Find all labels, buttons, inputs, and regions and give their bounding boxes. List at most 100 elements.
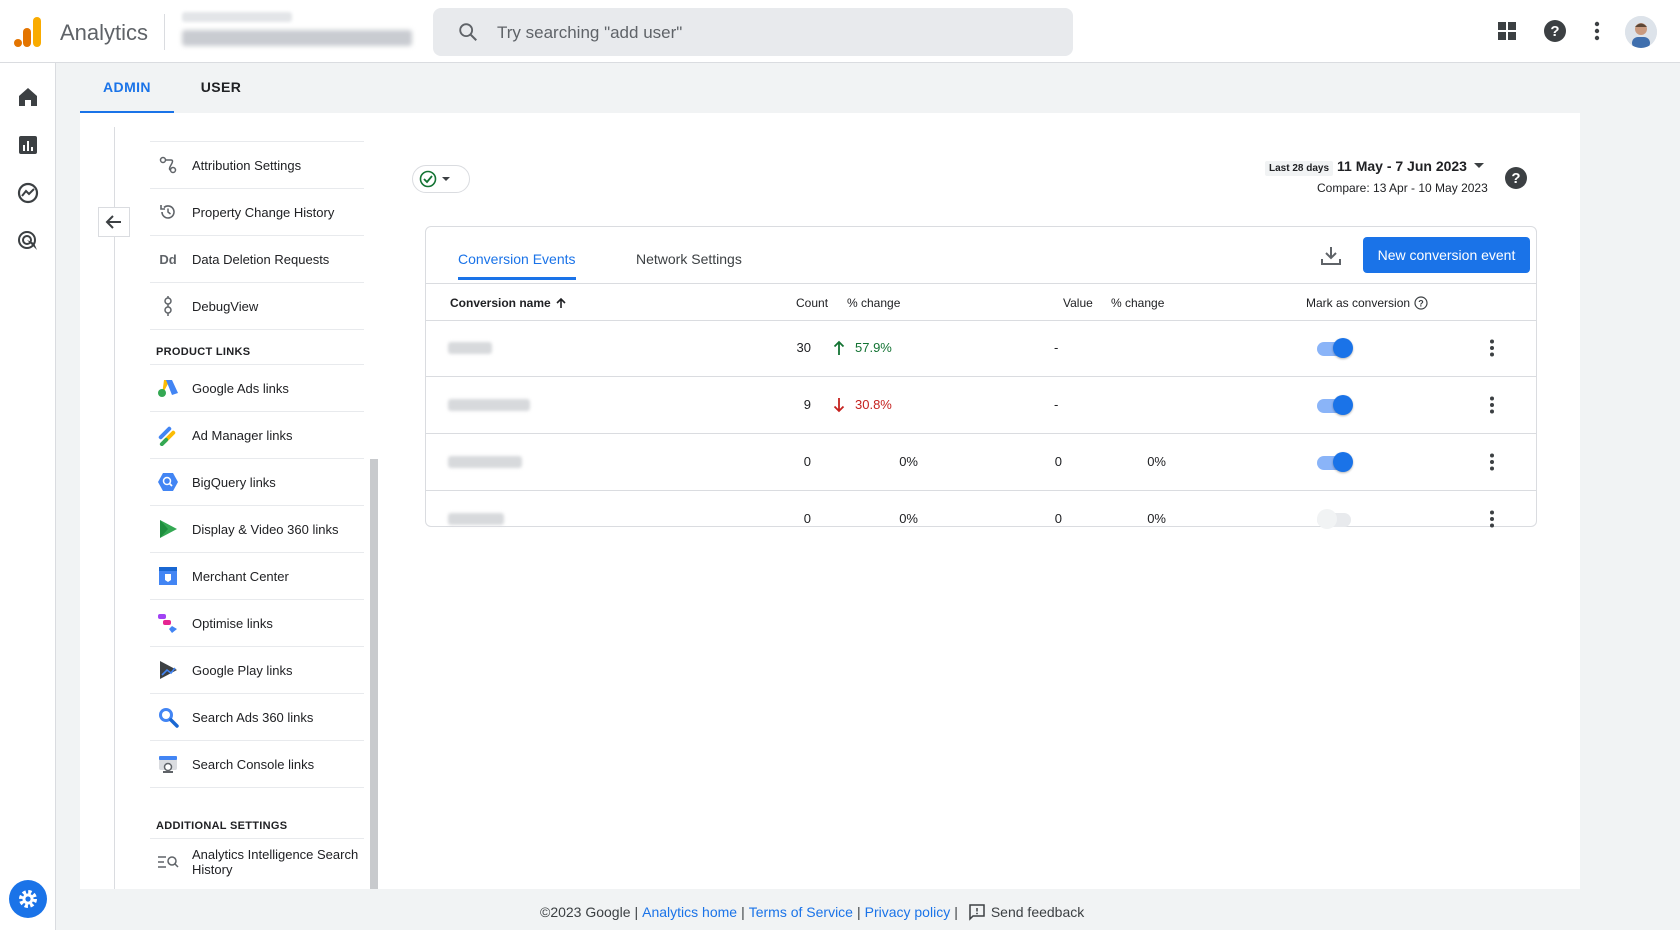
property-status-chip[interactable] — [412, 165, 470, 193]
search-console-icon — [156, 752, 180, 776]
gear-icon — [19, 890, 37, 908]
terms-of-service-link[interactable]: Terms of Service — [749, 904, 853, 920]
search-history-icon — [156, 850, 180, 874]
table-header: Conversion name Count % change Value % c… — [426, 283, 1536, 321]
nav-item-ad-manager-links[interactable]: Ad Manager links — [150, 412, 364, 459]
help-outline-icon[interactable]: ? — [1414, 296, 1428, 310]
mark-as-conversion-toggle[interactable] — [1317, 509, 1353, 529]
value-change-value: 0% — [1147, 454, 1166, 469]
admin-settings-button[interactable] — [9, 880, 47, 918]
nav-item-merchant-center[interactable]: Merchant Center — [150, 553, 364, 600]
tab-conversion-events[interactable]: Conversion Events — [458, 251, 576, 280]
nav-item-bigquery-links[interactable]: BigQuery links — [150, 459, 364, 506]
count-value: 0 — [803, 454, 811, 469]
nav-item-google-play-links[interactable]: Google Play links — [150, 647, 364, 694]
nav-item-property-change-history[interactable]: Property Change History — [150, 189, 364, 236]
admin-content: Attribution Settings Property Change His… — [80, 113, 1580, 889]
reports-icon[interactable] — [16, 133, 40, 157]
tab-admin[interactable]: ADMIN — [80, 63, 174, 114]
date-preset-badge: Last 28 days — [1265, 161, 1334, 176]
analytics-logo-icon — [14, 17, 41, 47]
nav-item-search-ads-links[interactable]: Search Ads 360 links — [150, 694, 364, 741]
google-ads-icon — [156, 376, 180, 400]
home-icon[interactable] — [16, 85, 40, 109]
nav-item-debugview[interactable]: DebugView — [150, 283, 364, 330]
nav-item-search-console-links[interactable]: Search Console links — [150, 741, 364, 788]
nav-item-label: Data Deletion Requests — [192, 251, 330, 267]
nav-item-optimise-links[interactable]: Optimise links — [150, 600, 364, 647]
nav-item-analytics-intelligence-search-history[interactable]: Analytics Intelligence Search History — [150, 839, 364, 885]
column-conversion-name[interactable]: Conversion name — [450, 296, 567, 310]
tab-network-settings[interactable]: Network Settings — [636, 251, 742, 277]
more-vert-icon[interactable] — [1584, 18, 1610, 44]
search-input[interactable] — [495, 18, 1059, 48]
analytics-home-link[interactable]: Analytics home — [642, 904, 737, 920]
nav-item-display-video-links[interactable]: Display & Video 360 links — [150, 506, 364, 553]
svg-text:?: ? — [1418, 299, 1424, 309]
nav-scrollbar[interactable] — [370, 459, 378, 889]
user-avatar[interactable] — [1625, 16, 1657, 48]
attribution-icon — [156, 153, 180, 177]
mark-as-conversion-toggle[interactable] — [1317, 452, 1353, 472]
new-conversion-event-button[interactable]: New conversion event — [1363, 237, 1530, 273]
nav-item-label: Google Play links — [192, 662, 293, 678]
copyright-text: ©2023 Google — [540, 904, 631, 920]
explore-icon[interactable] — [16, 181, 40, 205]
value-value: - — [1054, 340, 1059, 355]
column-value[interactable]: Value — [1063, 296, 1093, 310]
column-count-change[interactable]: % change — [847, 296, 900, 310]
download-icon[interactable] — [1318, 243, 1344, 269]
footer-separator: | — [954, 904, 958, 920]
count-change-value: 57.9% — [855, 340, 892, 355]
table-row: 0 0% 0 0% — [426, 434, 1536, 491]
apps-grid-icon[interactable] — [1494, 18, 1520, 44]
more-vert-icon[interactable] — [1480, 450, 1504, 474]
value-change-value: 0% — [1147, 511, 1166, 526]
count-change-value: 30.8% — [855, 397, 892, 412]
more-vert-icon[interactable] — [1480, 393, 1504, 417]
tab-user[interactable]: USER — [186, 63, 256, 111]
help-icon[interactable]: ? — [1504, 166, 1528, 190]
nav-item-label: Search Console links — [192, 756, 315, 772]
count-value: 0 — [803, 511, 811, 526]
property-name-redacted[interactable] — [182, 30, 412, 46]
nav-item-label: Merchant Center — [192, 568, 289, 584]
nav-item-attribution-settings[interactable]: Attribution Settings — [150, 142, 364, 189]
conversion-name-redacted — [448, 342, 492, 354]
privacy-policy-link[interactable]: Privacy policy — [865, 904, 951, 920]
more-vert-icon[interactable] — [1480, 336, 1504, 360]
account-name-redacted[interactable] — [182, 12, 292, 22]
history-icon — [156, 200, 180, 224]
collapse-nav-button[interactable] — [98, 207, 130, 237]
send-feedback-button[interactable]: Send feedback — [968, 903, 1084, 921]
merchant-center-icon — [156, 564, 180, 588]
more-vert-icon[interactable] — [1480, 507, 1504, 531]
footer-separator: | — [741, 904, 745, 920]
arrow-up-icon — [556, 297, 566, 308]
value-value: 0 — [1054, 511, 1062, 526]
advertising-icon[interactable] — [16, 229, 40, 253]
column-count[interactable]: Count — [796, 296, 828, 310]
date-range-picker[interactable]: 11 May - 7 Jun 2023 — [1337, 158, 1487, 174]
help-icon[interactable]: ? — [1542, 18, 1568, 44]
nav-item-label: BigQuery links — [192, 474, 276, 490]
arrow-back-icon — [105, 215, 121, 229]
nav-item-data-deletion-requests[interactable]: Dd Data Deletion Requests — [150, 236, 364, 283]
footer-separator: | — [856, 904, 861, 920]
search-ads-icon — [156, 705, 180, 729]
nav-item-google-ads-links[interactable]: Google Ads links — [150, 365, 364, 412]
value-value: - — [1054, 397, 1059, 412]
search-bar[interactable] — [433, 8, 1073, 56]
account-divider — [164, 14, 165, 50]
google-play-icon — [156, 658, 180, 682]
conversion-name-redacted — [448, 399, 530, 411]
count-change-value: 0% — [899, 511, 918, 526]
mark-as-conversion-toggle[interactable] — [1317, 338, 1353, 358]
footer-separator: | — [634, 904, 639, 920]
nav-item-label: Display & Video 360 links — [192, 521, 339, 537]
nav-item-label: Attribution Settings — [192, 157, 302, 173]
nav-item-label: Property Change History — [192, 204, 335, 220]
mark-as-conversion-toggle[interactable] — [1317, 395, 1353, 415]
count-value: 30 — [796, 340, 811, 355]
column-value-change[interactable]: % change — [1111, 296, 1164, 310]
